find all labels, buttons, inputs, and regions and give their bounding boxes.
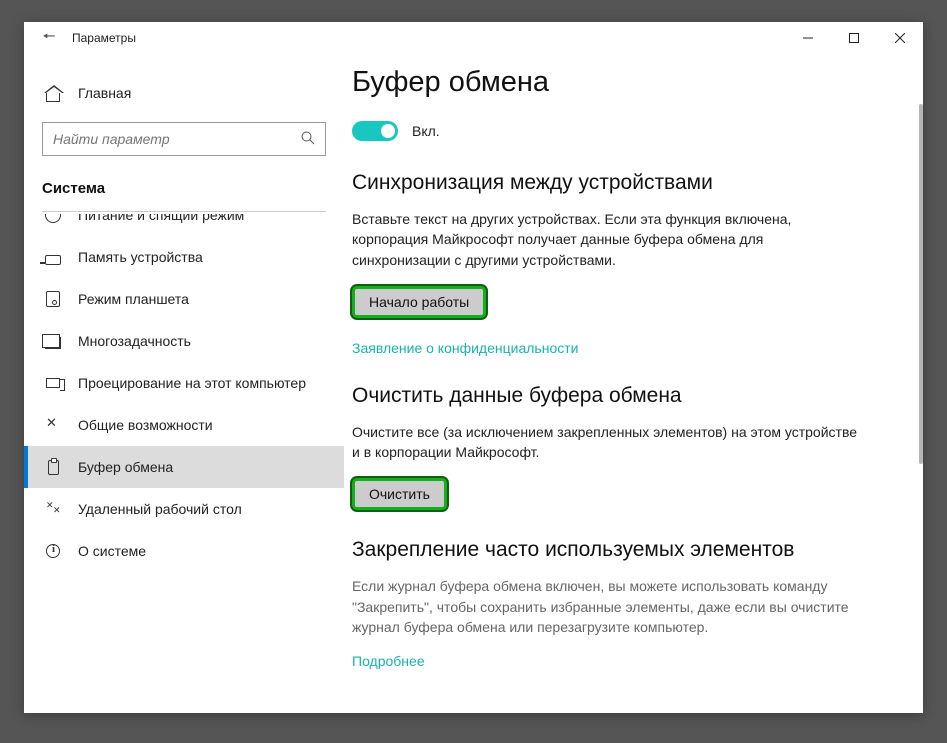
get-started-button[interactable]: Начало работы xyxy=(352,286,486,318)
multitask-icon xyxy=(44,332,62,350)
page-title: Буфер обмена xyxy=(352,66,883,99)
nav-item-label: Удаленный рабочий стол xyxy=(78,501,242,517)
clipboard-history-toggle[interactable] xyxy=(352,121,398,141)
storage-icon xyxy=(44,248,62,266)
nav-item-label: О системе xyxy=(78,543,146,559)
tablet-icon xyxy=(44,290,62,308)
sidebar-item-storage[interactable]: Память устройства xyxy=(24,236,344,278)
sidebar-home-label: Главная xyxy=(78,85,131,101)
settings-window: 🠔 Параметры Главная xyxy=(24,22,923,713)
maximize-button[interactable] xyxy=(831,24,877,52)
nav-item-label: Общие возможности xyxy=(78,417,213,433)
close-button[interactable] xyxy=(877,24,923,52)
about-icon xyxy=(44,542,62,560)
window-title: Параметры xyxy=(72,31,136,45)
clear-button[interactable]: Очистить xyxy=(352,478,447,510)
sidebar-section-title: Система xyxy=(24,174,344,211)
sidebar-item-projecting[interactable]: Проецирование на этот компьютер xyxy=(24,362,344,404)
sidebar-home[interactable]: Главная xyxy=(24,74,344,112)
search-input[interactable] xyxy=(53,131,301,147)
nav-item-label: Режим планшета xyxy=(78,291,189,307)
nav-item-label: Память устройства xyxy=(78,249,203,265)
back-button[interactable]: 🠔 xyxy=(30,23,68,53)
titlebar: 🠔 Параметры xyxy=(24,22,923,54)
pin-heading: Закрепление часто используемых элементов xyxy=(352,538,883,562)
window-controls xyxy=(785,24,923,52)
search-box[interactable] xyxy=(42,122,326,156)
minimize-button[interactable] xyxy=(785,24,831,52)
shared-icon xyxy=(44,416,62,434)
nav-list: Питание и спящий режим Память устройства… xyxy=(24,214,344,713)
nav-item-label: Проецирование на этот компьютер xyxy=(78,375,306,391)
search-icon xyxy=(301,131,315,148)
arrow-left-icon: 🠔 xyxy=(42,26,55,51)
pin-description: Если журнал буфера обмена включен, вы мо… xyxy=(352,576,862,637)
learn-more-link[interactable]: Подробнее xyxy=(352,653,425,669)
sync-description: Вставьте текст на других устройствах. Ес… xyxy=(352,209,862,270)
sidebar-item-remote-desktop[interactable]: Удаленный рабочий стол xyxy=(24,488,344,530)
clipboard-toggle-row: Вкл. xyxy=(352,121,883,141)
sidebar: Главная Система Питание и спящий режим П… xyxy=(24,54,344,713)
remote-desktop-icon xyxy=(44,500,62,518)
sidebar-item-multitasking[interactable]: Многозадачность xyxy=(24,320,344,362)
sidebar-item-shared[interactable]: Общие возможности xyxy=(24,404,344,446)
sidebar-item-power-sleep[interactable]: Питание и спящий режим xyxy=(24,214,344,236)
privacy-statement-link[interactable]: Заявление о конфиденциальности xyxy=(352,340,578,356)
sidebar-item-tablet[interactable]: Режим планшета xyxy=(24,278,344,320)
clear-heading: Очистить данные буфера обмена xyxy=(352,384,883,408)
content-area: Главная Система Питание и спящий режим П… xyxy=(24,54,923,713)
nav-item-label: Буфер обмена xyxy=(78,459,173,475)
home-icon xyxy=(44,84,62,102)
sidebar-item-about[interactable]: О системе xyxy=(24,530,344,572)
projecting-icon xyxy=(44,374,62,392)
sleep-icon xyxy=(44,214,62,224)
toggle-state-label: Вкл. xyxy=(412,123,440,139)
main-scroll-thumb[interactable] xyxy=(919,104,923,464)
sync-heading: Синхронизация между устройствами xyxy=(352,171,883,195)
main-scrollbar[interactable] xyxy=(917,54,923,713)
nav-item-label: Питание и спящий режим xyxy=(78,214,244,223)
clear-description: Очистите все (за исключением закрепленны… xyxy=(352,422,862,463)
nav-item-label: Многозадачность xyxy=(78,333,191,349)
sidebar-item-clipboard[interactable]: Буфер обмена xyxy=(24,446,344,488)
clipboard-icon xyxy=(44,458,62,476)
main-content: Буфер обмена Вкл. Синхронизация между ус… xyxy=(344,54,923,713)
